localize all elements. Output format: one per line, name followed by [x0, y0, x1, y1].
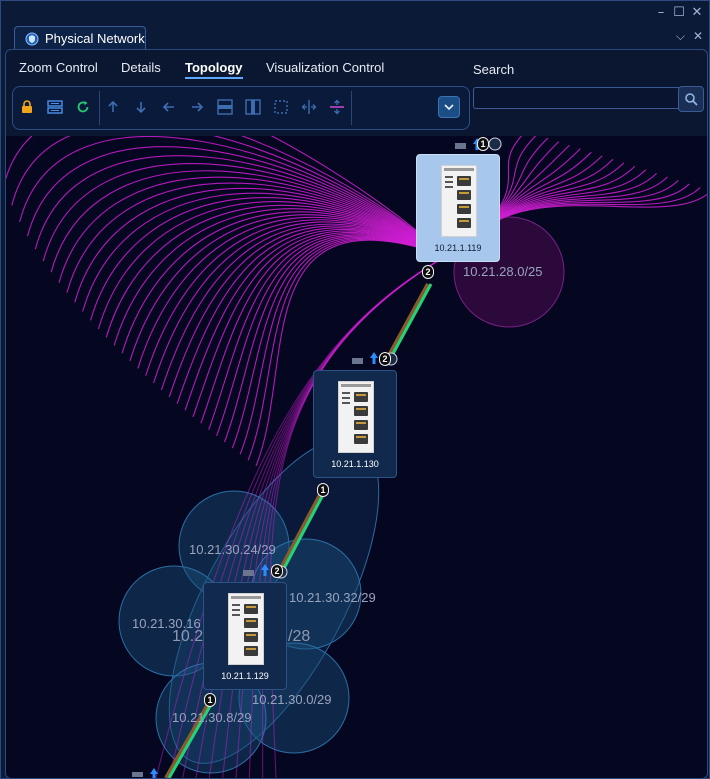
physical-network-window: – ☐ ✕ Physical Network ⌵ ✕ Zoom Control … — [0, 0, 710, 779]
device-ip-label: 10.21.1.129 — [221, 671, 269, 681]
switch-icon — [228, 593, 264, 665]
align-vertical-icon[interactable] — [245, 99, 261, 115]
subnet-label: 10.2 — [172, 628, 204, 645]
menu-topology[interactable]: Topology — [185, 60, 243, 79]
subnet-label: /28 — [288, 628, 311, 645]
subnet-label: 10.21.30.8/29 — [172, 710, 252, 725]
port-badge[interactable]: 2 — [271, 564, 283, 578]
device-node[interactable]: 10.21.1.129 — [203, 582, 287, 690]
select-area-icon[interactable] — [273, 99, 289, 115]
window-controls: – ☐ ✕ — [655, 5, 703, 20]
document-tab-strip: Physical Network ⌵ ✕ — [1, 23, 709, 50]
subnet-circles — [118, 216, 565, 774]
menu-details[interactable]: Details — [121, 60, 161, 75]
port-badge[interactable]: 1 — [477, 137, 489, 151]
topology-canvas[interactable]: 10.21.28.0/25 10.21.30.24/29 10.21.30.32… — [6, 136, 707, 778]
search-input[interactable] — [473, 87, 681, 109]
arrow-left-icon[interactable] — [161, 99, 177, 115]
maximize-icon[interactable]: ☐ — [673, 5, 685, 20]
layout-icon[interactable] — [47, 99, 63, 115]
port-badge[interactable]: 2 — [379, 352, 391, 366]
device-node[interactable]: 10.21.1.130 — [313, 370, 397, 478]
network-shield-icon — [25, 32, 39, 45]
close-icon[interactable]: ✕ — [691, 5, 703, 20]
search-label: Search — [473, 62, 515, 77]
menu-zoom-control[interactable]: Zoom Control — [19, 60, 98, 75]
chevron-down-icon — [444, 104, 454, 111]
device-ip-label: 10.21.1.119 — [434, 243, 482, 253]
arrow-right-icon[interactable] — [189, 99, 205, 115]
toolbar-more-dropdown[interactable] — [438, 96, 460, 118]
subnet-label: 10.21.28.0/25 — [463, 264, 543, 279]
subnet-label: 10.21.30.24/29 — [189, 542, 276, 557]
toolbar-divider — [99, 91, 100, 125]
refresh-icon[interactable] — [75, 99, 91, 115]
topology-toolbar — [12, 86, 470, 130]
port-badge[interactable]: 1 — [317, 483, 329, 497]
menu-visualization-control[interactable]: Visualization Control — [266, 60, 384, 75]
port-badge[interactable]: 1 — [204, 693, 216, 707]
search-button[interactable] — [678, 86, 704, 112]
subnet-label: 10.21.30.0/29 — [252, 692, 332, 707]
close-icon[interactable]: ✕ — [693, 29, 703, 44]
chevron-down-icon[interactable]: ⌵ — [676, 29, 685, 44]
switch-icon — [338, 381, 374, 453]
fan-link — [153, 221, 447, 384]
device-ip-label: 10.21.1.130 — [331, 459, 379, 469]
distribute-vertical-icon[interactable] — [329, 99, 345, 115]
device-node-selected[interactable]: 10.21.1.119 — [416, 154, 500, 262]
tab-label: Physical Network — [45, 31, 145, 46]
align-horizontal-icon[interactable] — [217, 99, 233, 115]
search-icon — [685, 93, 698, 106]
switch-icon — [441, 165, 477, 237]
toolbar-divider — [351, 91, 352, 125]
distribute-horizontal-icon[interactable] — [301, 99, 317, 115]
port-badge[interactable]: 2 — [422, 265, 434, 279]
subnet-label: 10.21.30.32/29 — [289, 590, 376, 605]
arrow-down-icon[interactable] — [133, 99, 149, 115]
lock-icon[interactable] — [19, 99, 35, 115]
fan-link — [74, 187, 447, 303]
fan-link — [168, 225, 447, 398]
minimize-icon[interactable]: – — [655, 5, 667, 20]
tab-strip-controls: ⌵ ✕ — [676, 29, 703, 44]
arrow-up-icon[interactable] — [105, 99, 121, 115]
tab-physical-network[interactable]: Physical Network — [14, 26, 146, 50]
topology-panel: Zoom Control Details Topology Visualizat… — [5, 49, 708, 778]
